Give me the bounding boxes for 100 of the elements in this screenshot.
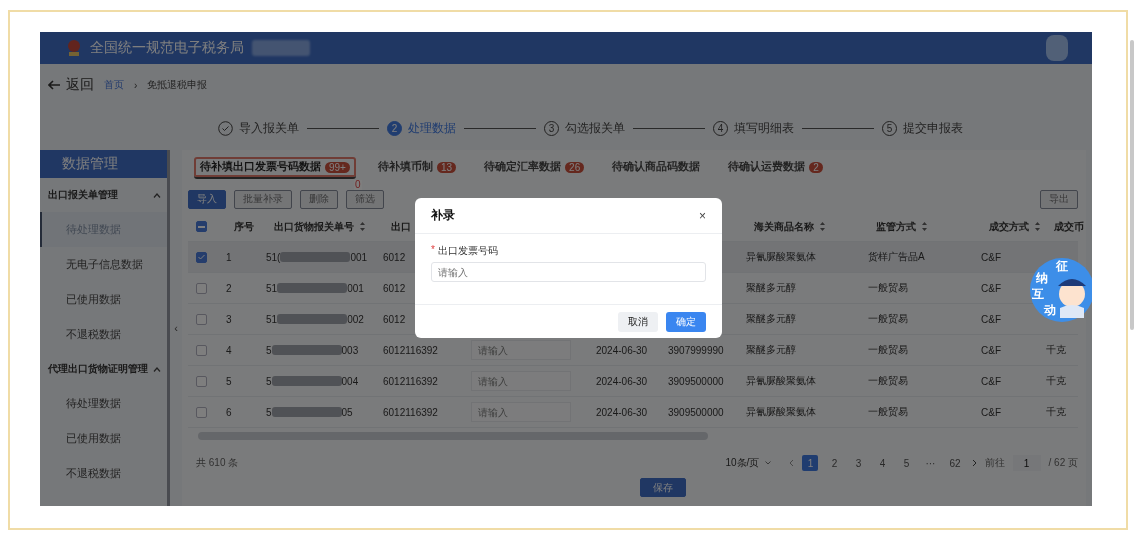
next-page-icon[interactable] [971,459,977,467]
sidebar-group-label: 出口报关单管理 [48,188,118,202]
row-checkbox[interactable] [196,406,207,418]
step-label: 勾选报关单 [565,119,625,137]
tab[interactable]: 待确定汇率数据 26 [478,157,591,179]
step-number: 2 [387,120,402,136]
page-scrollbar[interactable] [1130,40,1134,330]
page-button[interactable]: 2 [826,455,843,471]
row-checkbox[interactable] [196,375,207,387]
redaction-bar [277,283,348,293]
table-cell-text: 聚醚多元醇 [745,281,796,295]
table-cell-text: C&F [980,251,1001,263]
close-button[interactable]: × [699,208,706,223]
step-label: 提交申报表 [903,119,963,137]
row-checkbox[interactable] [196,282,207,294]
table-cell: 5 [266,375,272,387]
check-icon [198,254,205,260]
sidebar-group-label: 代理出口货物证明管理 [48,362,148,376]
tab[interactable]: 待补填币制 13 [371,157,463,179]
table-cell: 05 [341,406,353,418]
emblem-icon [66,39,82,57]
sidebar-item[interactable]: 已使用数据 [40,282,168,317]
count-badge: 99+ [325,161,350,173]
table-cell-text: 6 [225,406,232,418]
input-field[interactable]: 请输入 [431,262,706,282]
sidebar-item[interactable]: 无电子信息数据 [40,247,168,282]
sort-icon [360,222,365,231]
table-cell-text: 3 [225,313,232,325]
table-cell: 51 [266,313,278,325]
prev-page-icon[interactable] [789,459,795,467]
table-cell-text: 2024-06-30 [595,344,648,356]
table-cell-text: 货样广告品A [867,250,925,264]
step-label: 导入报关单 [239,119,299,137]
table-cell-text: C&F [980,375,1001,387]
column-header: 出口货物报关单号 [273,219,354,234]
table-cell-text: 1 [225,251,232,263]
dialog-title: 补录 [431,207,455,224]
table-cell: 001 [347,282,364,294]
breadcrumb-separator: › [134,79,138,91]
table-cell-text: 3909500000 [667,375,724,387]
table-cell-text: 6012 [382,282,406,294]
table-cell-text: 聚醚多元醇 [745,312,796,326]
sidebar-title: 数据管理 [40,150,168,178]
back-link[interactable]: 返回 [48,76,94,94]
badge-character: 纳 [1036,270,1048,287]
table-cell-text: 6012 [382,313,406,325]
table-cell: 5 [266,406,272,418]
table-cell-text: C&F [980,344,1001,356]
table-cell-text: 3907999990 [667,344,724,356]
row-checkbox[interactable] [196,313,207,325]
row-checkbox[interactable] [196,344,207,356]
page-input[interactable]: 1 [1012,455,1041,471]
avatar-icon[interactable] [1046,35,1068,61]
sidebar-item[interactable]: 待处理数据 [40,386,168,421]
page-button[interactable]: ··· [922,455,939,471]
breadcrumb-item[interactable]: 首页 [104,78,124,92]
sidebar-item[interactable]: 不退税数据 [40,456,168,491]
badge-character: 互 [1032,286,1044,303]
toolbar-button[interactable]: 导入 [188,189,226,209]
count-badge: 26 [565,161,585,173]
sidebar-item[interactable]: 不退税数据 [40,317,168,352]
sidebar-item[interactable]: 已使用数据 [40,421,168,456]
row-checkbox[interactable] [196,251,207,263]
redaction-bar [271,345,342,355]
page-button[interactable]: 4 [874,455,891,471]
breadcrumb-item: 免抵退税申报 [147,78,208,92]
page-button[interactable]: 5 [898,455,915,471]
table-cell-text: 聚醚多元醇 [745,343,796,357]
table-cell-text: 6012116392 [382,344,438,356]
save-button[interactable]: 保存 [640,478,686,497]
sort-icon [922,222,927,231]
redaction-bar [280,252,351,262]
step-label: 处理数据 [408,119,456,137]
collapse-handle[interactable]: ‹ [174,322,178,334]
table-cell-text: 千克 [1045,343,1066,357]
table-cell-text: 5 [225,375,232,387]
dialog-button[interactable]: 确定 [666,311,706,332]
select-all-checkbox[interactable] [196,221,207,232]
tab[interactable]: 待确认商品码数据 [606,157,707,179]
column-header: 成交方式 [988,219,1029,234]
table-cell: 004 [341,375,359,387]
page-button[interactable]: 62 [946,455,964,471]
dialog-button[interactable]: 取消 [618,311,658,332]
table-cell-text: 6012116392 [382,406,438,418]
table-cell: 003 [341,344,359,356]
chevron-icon[interactable] [153,366,162,372]
table-cell-text: 异氰脲酸聚氨体 [745,374,816,388]
table-cell-text: C&F [980,313,1001,325]
field-label: 出口发票号码 [437,244,498,258]
page-size-select[interactable]: 10条/页 [725,456,772,470]
page-button[interactable]: 1 [802,455,819,471]
table-cell: 5 [266,344,272,356]
tab[interactable]: 待补填出口发票号码数据 99+ [194,157,356,179]
table-cell-text: C&F [980,282,1001,294]
chevron-icon[interactable] [153,192,162,198]
page-button[interactable]: 3 [850,455,867,471]
table-cell-text: 异氰脲酸聚氨体 [745,250,816,264]
table-cell-text: 3909500000 [667,406,724,418]
tab[interactable]: 待确认运费数据 2 [722,157,829,179]
badge-character: 动 [1044,302,1056,319]
